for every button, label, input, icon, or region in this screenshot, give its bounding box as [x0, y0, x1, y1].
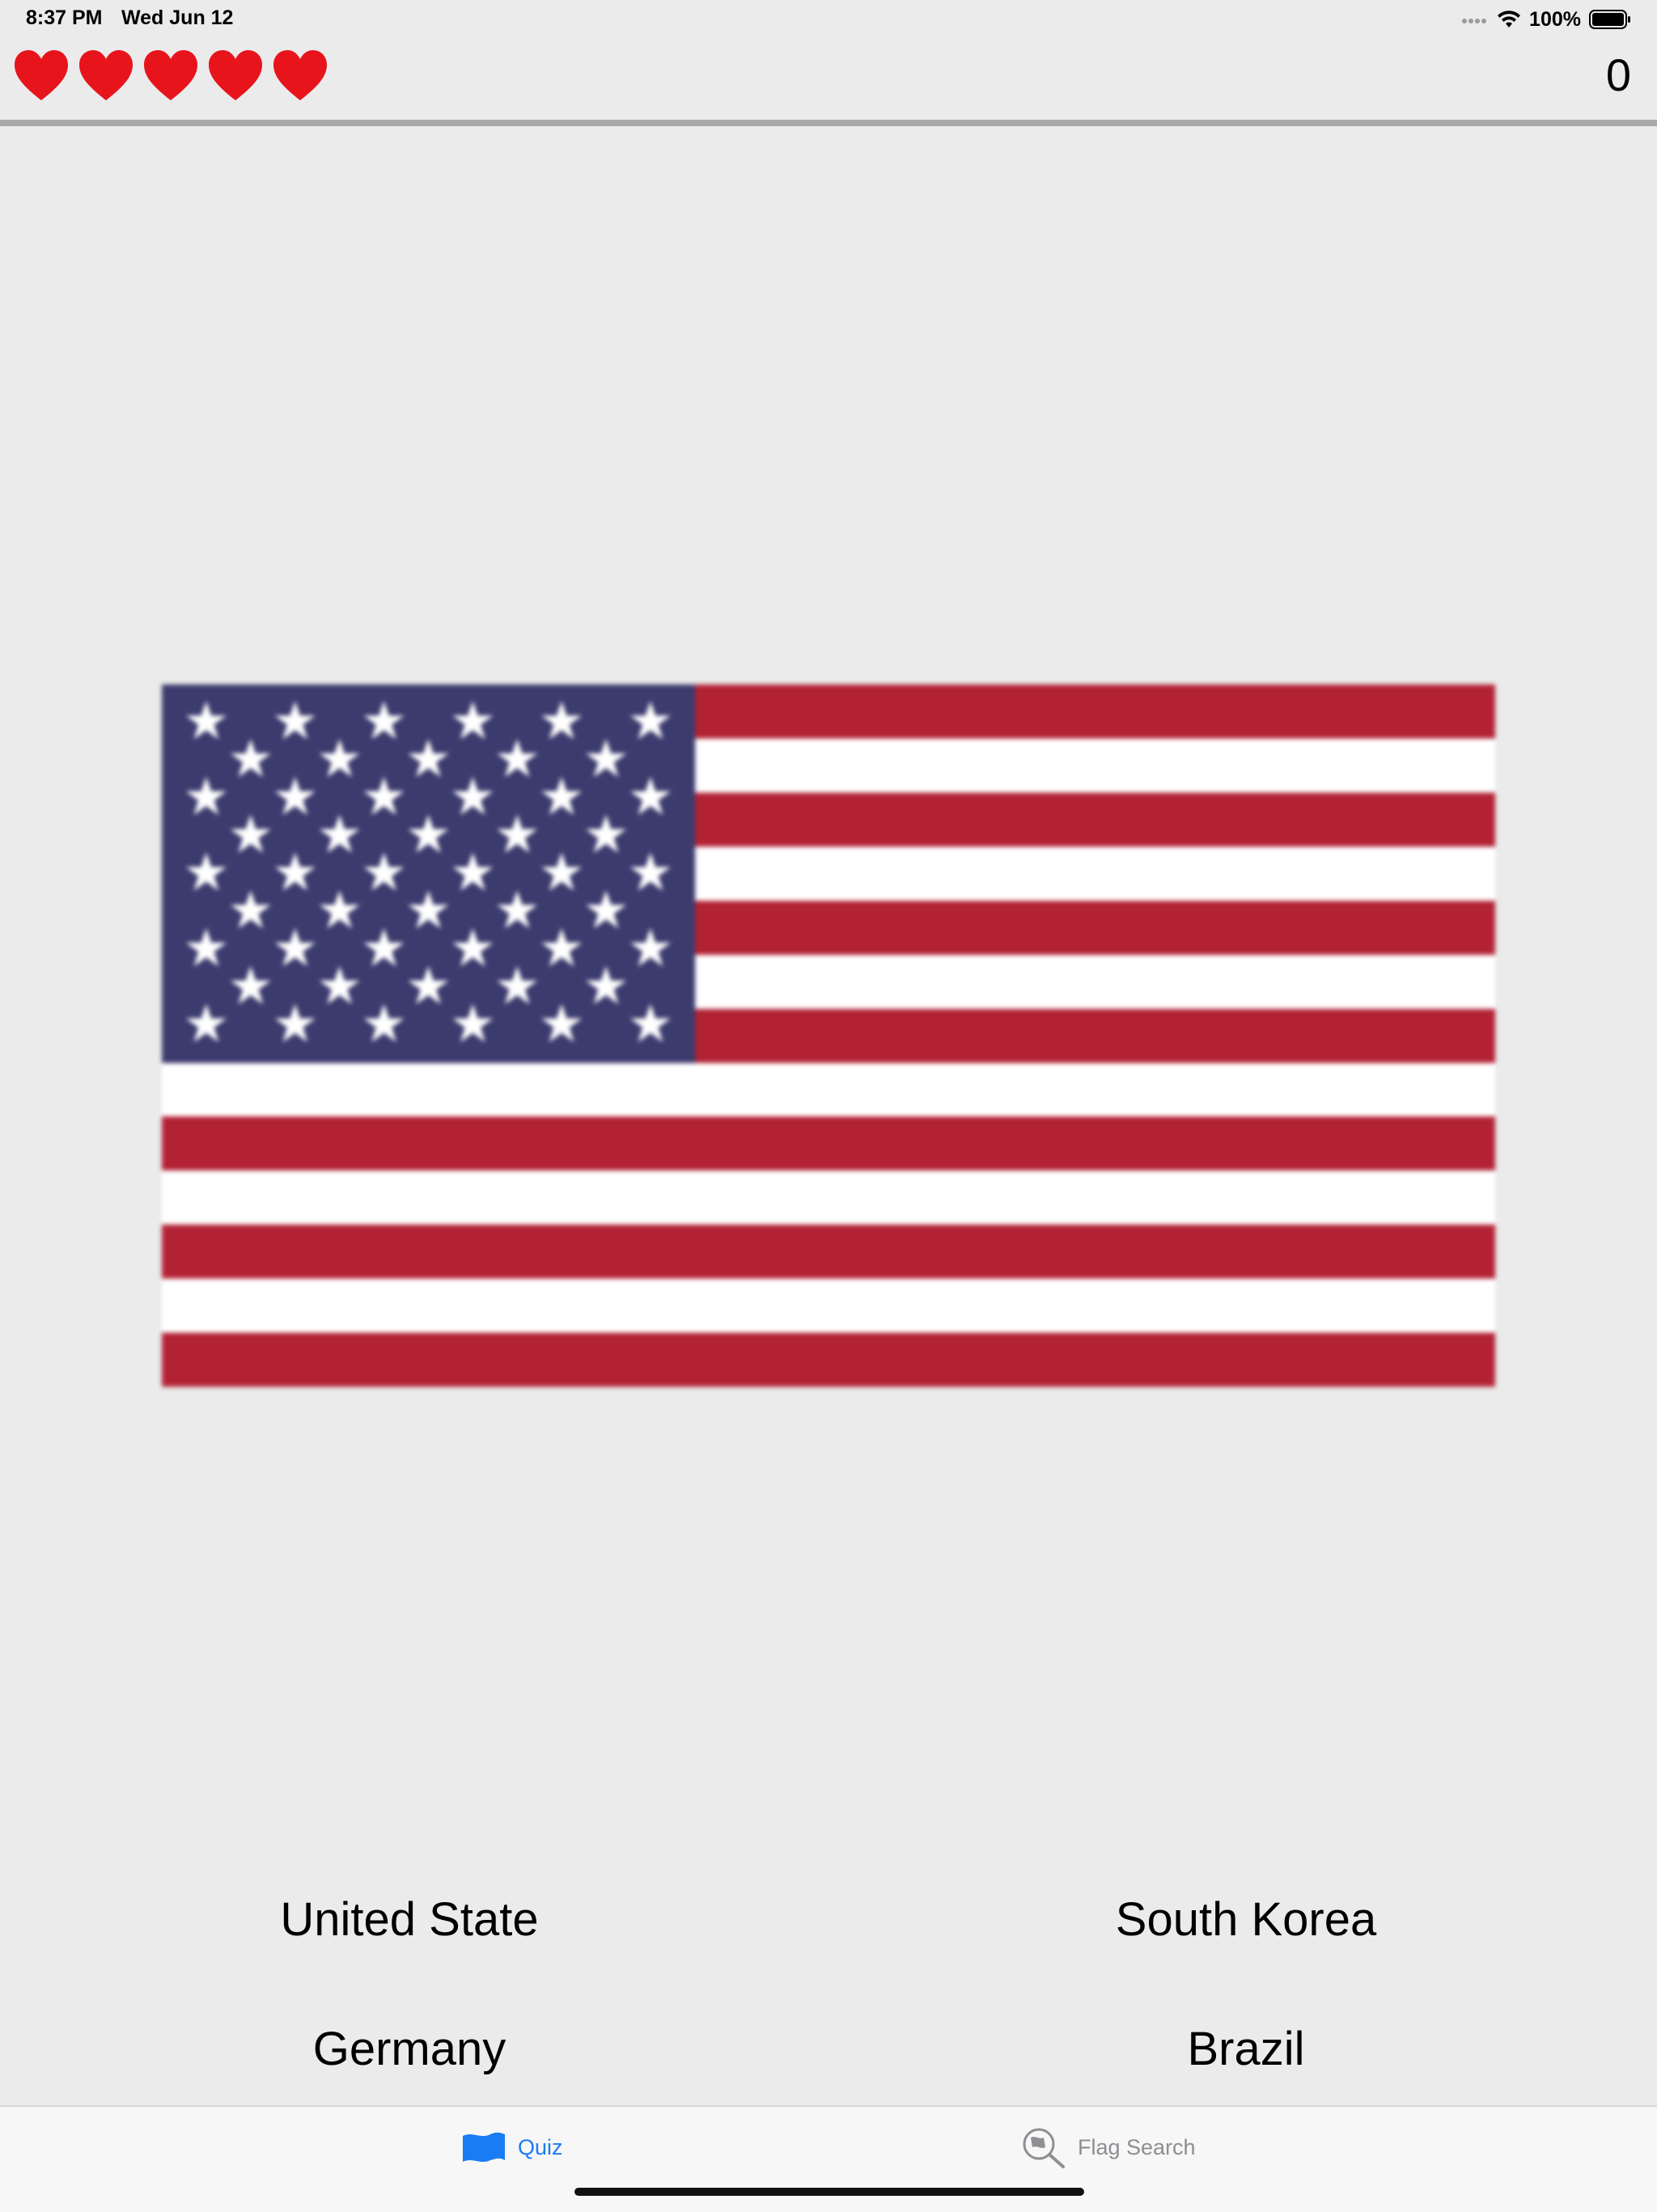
heart-icon — [15, 50, 68, 100]
tab-flag-search[interactable]: Flag Search — [1021, 2107, 1196, 2188]
status-time: 8:37 PM — [26, 6, 103, 29]
united-states-flag-icon — [162, 684, 1495, 1387]
tab-label: Quiz — [518, 2134, 563, 2159]
heart-icon — [79, 50, 133, 100]
battery-percent: 100% — [1529, 7, 1581, 31]
status-indicators: 100% — [1461, 5, 1631, 34]
status-date: Wed Jun 12 — [121, 6, 234, 29]
tab-bar: Quiz Flag Search — [0, 2105, 1657, 2212]
quiz-flag-image — [162, 684, 1495, 1387]
heart-icon — [209, 50, 262, 100]
battery-icon — [1589, 10, 1630, 29]
answer-option[interactable]: South Korea — [963, 1875, 1529, 1964]
quiz-header: 0 — [0, 39, 1657, 120]
magnifier-flag-icon — [1023, 2128, 1065, 2168]
answer-option[interactable]: United State — [126, 1875, 693, 1964]
tab-label: Flag Search — [1078, 2134, 1196, 2159]
heart-icon — [144, 50, 197, 100]
answer-option[interactable]: Brazil — [963, 2005, 1529, 2094]
cellular-signal-icon — [1462, 19, 1487, 23]
answer-option[interactable]: Germany — [126, 2005, 693, 2094]
flag-icon — [463, 2132, 505, 2162]
score-counter: 0 — [1605, 49, 1631, 100]
tab-quiz[interactable]: Quiz — [461, 2107, 563, 2188]
status-bar: 8:37 PM Wed Jun 12 100% — [0, 0, 1657, 39]
lives-indicator — [13, 49, 328, 102]
header-divider — [0, 120, 1657, 126]
wifi-icon — [1498, 11, 1521, 28]
heart-icon — [273, 50, 327, 100]
home-indicator — [574, 2188, 1084, 2196]
